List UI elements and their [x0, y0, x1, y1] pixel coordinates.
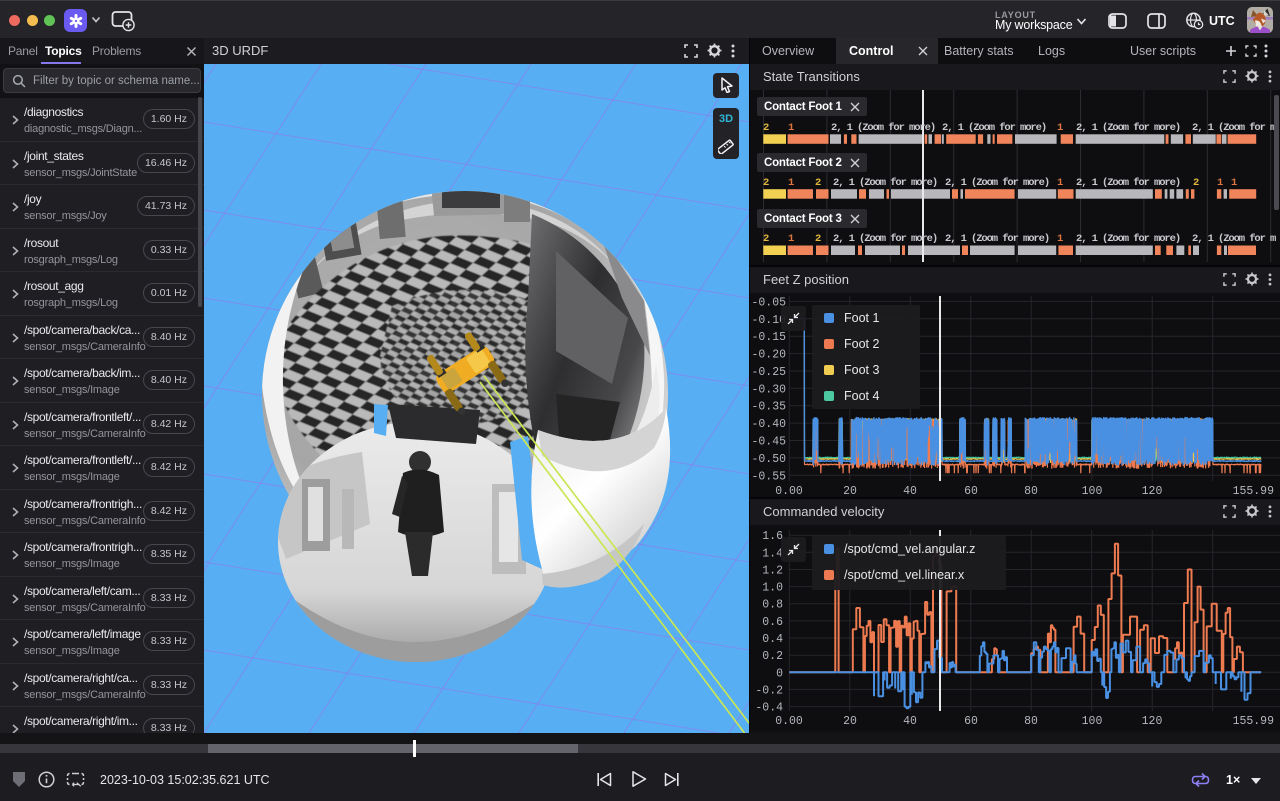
svg-text:-0.20: -0.20	[751, 349, 786, 362]
svg-text:-0.40: -0.40	[751, 418, 786, 431]
svg-text:80: 80	[1024, 715, 1038, 728]
svg-text:0.2: 0.2	[762, 650, 783, 663]
svg-text:-0.55: -0.55	[751, 470, 786, 483]
svg-text:-0.30: -0.30	[751, 383, 786, 396]
svg-text:0.4: 0.4	[762, 633, 783, 646]
svg-text:0.00: 0.00	[775, 715, 803, 728]
svg-text:1.4: 1.4	[762, 547, 783, 560]
svg-text:-0.50: -0.50	[751, 453, 786, 466]
svg-text:-0.25: -0.25	[751, 366, 786, 379]
svg-text:0.6: 0.6	[762, 616, 783, 629]
svg-text:100: 100	[1082, 715, 1103, 728]
svg-text:1.0: 1.0	[762, 582, 783, 595]
svg-text:60: 60	[964, 715, 978, 728]
svg-text:0.8: 0.8	[762, 599, 783, 612]
svg-text:-0.15: -0.15	[751, 331, 786, 344]
svg-text:40: 40	[903, 715, 917, 728]
svg-text:-0.2: -0.2	[755, 684, 783, 697]
svg-text:155.99: 155.99	[1233, 715, 1275, 728]
svg-text:-0.45: -0.45	[751, 436, 786, 449]
svg-text:-0.4: -0.4	[755, 702, 783, 715]
svg-text:-0.35: -0.35	[751, 401, 786, 414]
svg-text:1.6: 1.6	[762, 530, 783, 543]
svg-text:0: 0	[776, 667, 783, 680]
svg-text:20: 20	[843, 715, 857, 728]
svg-text:1.2: 1.2	[762, 565, 783, 578]
svg-text:120: 120	[1142, 715, 1163, 728]
